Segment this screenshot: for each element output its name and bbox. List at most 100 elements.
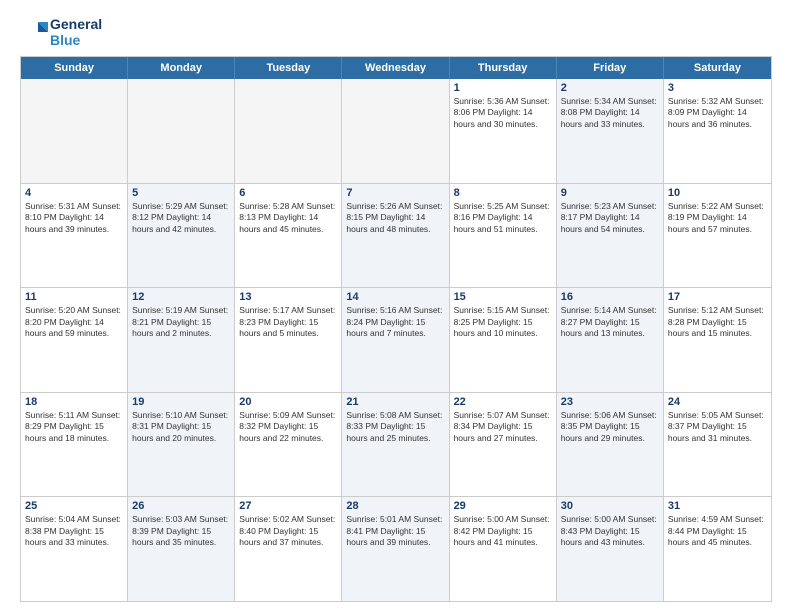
day-number: 18 bbox=[25, 396, 123, 408]
day-cell-21: 21Sunrise: 5:08 AM Sunset: 8:33 PM Dayli… bbox=[342, 393, 449, 497]
day-content: Sunrise: 5:26 AM Sunset: 8:15 PM Dayligh… bbox=[346, 201, 444, 235]
day-number: 3 bbox=[668, 82, 767, 94]
day-content: Sunrise: 5:00 AM Sunset: 8:43 PM Dayligh… bbox=[561, 514, 659, 548]
day-cell-29: 29 Sunrise: 5:00 AM Sunset: 8:42 PM Dayli… bbox=[450, 497, 557, 601]
day-content: Sunrise: 5:28 AM Sunset: 8:13 PM Dayligh… bbox=[239, 201, 337, 235]
day-content: Sunrise: 5:36 AM Sunset: 8:06 PM Dayligh… bbox=[454, 96, 552, 130]
day-number: 21 bbox=[346, 396, 444, 408]
day-cell-23: 23 Sunrise: 5:06 AM Sunset: 8:35 PM Dayli… bbox=[557, 393, 664, 497]
empty-cell-0-3 bbox=[342, 79, 449, 183]
day-content: Sunrise: 5:10 AM Sunset: 8:31 PM Dayligh… bbox=[132, 410, 230, 444]
day-number: 17 bbox=[668, 291, 767, 303]
day-number: 24 bbox=[668, 396, 767, 408]
calendar-body: 1 Sunrise: 5:36 AM Sunset: 8:06 PM Daylig… bbox=[21, 79, 771, 601]
day-number: 5 bbox=[132, 187, 230, 199]
logo-icon bbox=[20, 18, 48, 46]
day-content: Sunrise: 5:32 AM Sunset: 8:09 PM Dayligh… bbox=[668, 96, 767, 130]
day-content: Sunrise: 5:12 AM Sunset: 8:28 PM Dayligh… bbox=[668, 305, 767, 339]
day-number: 22 bbox=[454, 396, 552, 408]
calendar-row-4: 25 Sunrise: 5:04 AM Sunset: 8:38 PM Dayli… bbox=[21, 497, 771, 601]
day-cell-30: 30 Sunrise: 5:00 AM Sunset: 8:43 PM Dayli… bbox=[557, 497, 664, 601]
day-cell-28: 28 Sunrise: 5:01 AM Sunset: 8:41 PM Dayli… bbox=[342, 497, 449, 601]
calendar-row-3: 18 Sunrise: 5:11 AM Sunset: 8:29 PM Dayli… bbox=[21, 393, 771, 498]
header-day-thursday: Thursday bbox=[450, 57, 557, 79]
day-content: Sunrise: 5:00 AM Sunset: 8:42 PM Dayligh… bbox=[454, 514, 552, 548]
day-number: 14 bbox=[346, 291, 444, 303]
day-content: Sunrise: 5:15 AM Sunset: 8:25 PM Dayligh… bbox=[454, 305, 552, 339]
day-cell-7: 7 Sunrise: 5:26 AM Sunset: 8:15 PM Daylig… bbox=[342, 184, 449, 288]
day-number: 13 bbox=[239, 291, 337, 303]
day-number: 28 bbox=[346, 500, 444, 512]
calendar: SundayMondayTuesdayWednesdayThursdayFrid… bbox=[20, 56, 772, 602]
day-cell-8: 8 Sunrise: 5:25 AM Sunset: 8:16 PM Daylig… bbox=[450, 184, 557, 288]
empty-cell-0-2 bbox=[235, 79, 342, 183]
day-cell-17: 17 Sunrise: 5:12 AM Sunset: 8:28 PM Dayli… bbox=[664, 288, 771, 392]
day-number: 25 bbox=[25, 500, 123, 512]
day-cell-3: 3 Sunrise: 5:32 AM Sunset: 8:09 PM Daylig… bbox=[664, 79, 771, 183]
day-content: Sunrise: 5:03 AM Sunset: 8:39 PM Dayligh… bbox=[132, 514, 230, 548]
day-number: 10 bbox=[668, 187, 767, 199]
day-cell-25: 25 Sunrise: 5:04 AM Sunset: 8:38 PM Dayli… bbox=[21, 497, 128, 601]
day-number: 26 bbox=[132, 500, 230, 512]
day-cell-4: 4 Sunrise: 5:31 AM Sunset: 8:10 PM Daylig… bbox=[21, 184, 128, 288]
day-number: 23 bbox=[561, 396, 659, 408]
empty-cell-0-0 bbox=[21, 79, 128, 183]
day-number: 7 bbox=[346, 187, 444, 199]
header: General Blue bbox=[20, 16, 772, 48]
calendar-row-1: 4 Sunrise: 5:31 AM Sunset: 8:10 PM Daylig… bbox=[21, 184, 771, 289]
day-content: Sunrise: 5:04 AM Sunset: 8:38 PM Dayligh… bbox=[25, 514, 123, 548]
day-cell-14: 14 Sunrise: 5:16 AM Sunset: 8:24 PM Dayli… bbox=[342, 288, 449, 392]
day-cell-27: 27Sunrise: 5:02 AM Sunset: 8:40 PM Dayli… bbox=[235, 497, 342, 601]
day-cell-9: 9Sunrise: 5:23 AM Sunset: 8:17 PM Daylig… bbox=[557, 184, 664, 288]
day-number: 9 bbox=[561, 187, 659, 199]
day-content: Sunrise: 5:11 AM Sunset: 8:29 PM Dayligh… bbox=[25, 410, 123, 444]
day-cell-6: 6 Sunrise: 5:28 AM Sunset: 8:13 PM Daylig… bbox=[235, 184, 342, 288]
day-cell-31: 31 Sunrise: 4:59 AM Sunset: 8:44 PM Dayli… bbox=[664, 497, 771, 601]
page: General Blue SundayMondayTuesdayWednesda… bbox=[0, 0, 792, 612]
day-cell-24: 24 Sunrise: 5:05 AM Sunset: 8:37 PM Dayli… bbox=[664, 393, 771, 497]
day-cell-11: 11 Sunrise: 5:20 AM Sunset: 8:20 PM Dayli… bbox=[21, 288, 128, 392]
header-day-wednesday: Wednesday bbox=[342, 57, 449, 79]
calendar-header: SundayMondayTuesdayWednesdayThursdayFrid… bbox=[21, 57, 771, 79]
day-number: 16 bbox=[561, 291, 659, 303]
header-day-friday: Friday bbox=[557, 57, 664, 79]
header-day-sunday: Sunday bbox=[21, 57, 128, 79]
day-number: 29 bbox=[454, 500, 552, 512]
day-cell-12: 12Sunrise: 5:19 AM Sunset: 8:21 PM Dayli… bbox=[128, 288, 235, 392]
day-number: 12 bbox=[132, 291, 230, 303]
day-number: 8 bbox=[454, 187, 552, 199]
day-content: Sunrise: 5:25 AM Sunset: 8:16 PM Dayligh… bbox=[454, 201, 552, 235]
day-cell-16: 16Sunrise: 5:14 AM Sunset: 8:27 PM Dayli… bbox=[557, 288, 664, 392]
day-content: Sunrise: 5:31 AM Sunset: 8:10 PM Dayligh… bbox=[25, 201, 123, 235]
calendar-row-2: 11 Sunrise: 5:20 AM Sunset: 8:20 PM Dayli… bbox=[21, 288, 771, 393]
day-cell-20: 20 Sunrise: 5:09 AM Sunset: 8:32 PM Dayli… bbox=[235, 393, 342, 497]
day-cell-22: 22Sunrise: 5:07 AM Sunset: 8:34 PM Dayli… bbox=[450, 393, 557, 497]
day-number: 6 bbox=[239, 187, 337, 199]
day-cell-19: 19Sunrise: 5:10 AM Sunset: 8:31 PM Dayli… bbox=[128, 393, 235, 497]
day-content: Sunrise: 5:02 AM Sunset: 8:40 PM Dayligh… bbox=[239, 514, 337, 548]
day-content: Sunrise: 5:22 AM Sunset: 8:19 PM Dayligh… bbox=[668, 201, 767, 235]
empty-cell-0-1 bbox=[128, 79, 235, 183]
calendar-row-0: 1 Sunrise: 5:36 AM Sunset: 8:06 PM Daylig… bbox=[21, 79, 771, 184]
day-cell-18: 18 Sunrise: 5:11 AM Sunset: 8:29 PM Dayli… bbox=[21, 393, 128, 497]
day-number: 2 bbox=[561, 82, 659, 94]
day-number: 20 bbox=[239, 396, 337, 408]
day-content: Sunrise: 5:34 AM Sunset: 8:08 PM Dayligh… bbox=[561, 96, 659, 130]
day-content: Sunrise: 5:16 AM Sunset: 8:24 PM Dayligh… bbox=[346, 305, 444, 339]
day-number: 30 bbox=[561, 500, 659, 512]
day-cell-1: 1 Sunrise: 5:36 AM Sunset: 8:06 PM Daylig… bbox=[450, 79, 557, 183]
day-number: 4 bbox=[25, 187, 123, 199]
day-content: Sunrise: 5:01 AM Sunset: 8:41 PM Dayligh… bbox=[346, 514, 444, 548]
day-content: Sunrise: 4:59 AM Sunset: 8:44 PM Dayligh… bbox=[668, 514, 767, 548]
logo: General Blue bbox=[20, 16, 102, 48]
day-content: Sunrise: 5:09 AM Sunset: 8:32 PM Dayligh… bbox=[239, 410, 337, 444]
day-number: 31 bbox=[668, 500, 767, 512]
day-number: 1 bbox=[454, 82, 552, 94]
day-cell-2: 2 Sunrise: 5:34 AM Sunset: 8:08 PM Daylig… bbox=[557, 79, 664, 183]
day-number: 11 bbox=[25, 291, 123, 303]
day-content: Sunrise: 5:06 AM Sunset: 8:35 PM Dayligh… bbox=[561, 410, 659, 444]
day-cell-26: 26 Sunrise: 5:03 AM Sunset: 8:39 PM Dayli… bbox=[128, 497, 235, 601]
day-content: Sunrise: 5:17 AM Sunset: 8:23 PM Dayligh… bbox=[239, 305, 337, 339]
day-content: Sunrise: 5:05 AM Sunset: 8:37 PM Dayligh… bbox=[668, 410, 767, 444]
day-content: Sunrise: 5:20 AM Sunset: 8:20 PM Dayligh… bbox=[25, 305, 123, 339]
